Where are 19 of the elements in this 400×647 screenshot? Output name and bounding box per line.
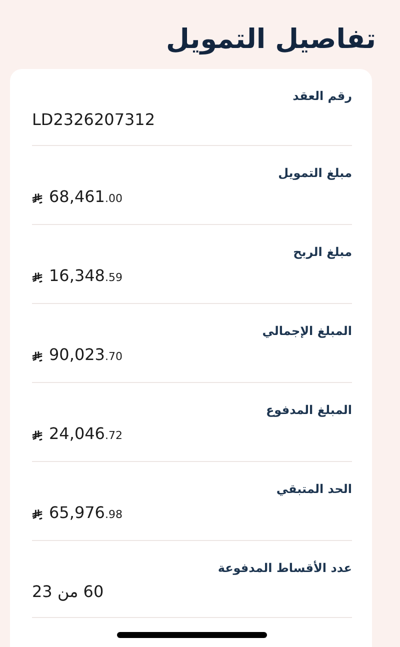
amount-value: 24,046.72 — [49, 423, 122, 445]
amount-value: 16,348.59 — [49, 265, 122, 287]
amount-value: 65,976.98 — [49, 502, 122, 524]
field-label: الحد المتبقي — [276, 481, 352, 498]
field-label: عدد الأقساط المدفوعة — [218, 560, 352, 577]
field-label: مبلغ الربح — [293, 244, 352, 261]
field-label: رقم العقد — [292, 88, 352, 105]
field-label: مبلغ التمويل — [278, 165, 352, 182]
field-label: المبلغ الإجمالي — [262, 323, 352, 340]
field-value: LD2326207312 — [32, 109, 156, 131]
currency-icon — [32, 430, 43, 440]
amount-value: 68,461.00 — [49, 186, 122, 208]
currency-icon — [32, 192, 43, 204]
currency-icon — [32, 272, 43, 282]
amount-value: 90,023.70 — [49, 344, 122, 366]
currency-icon — [32, 350, 43, 362]
page-title: تفاصيل التمويل — [164, 23, 377, 57]
currency-icon — [32, 508, 43, 520]
field-label: المبلغ المدفوع — [266, 402, 352, 419]
